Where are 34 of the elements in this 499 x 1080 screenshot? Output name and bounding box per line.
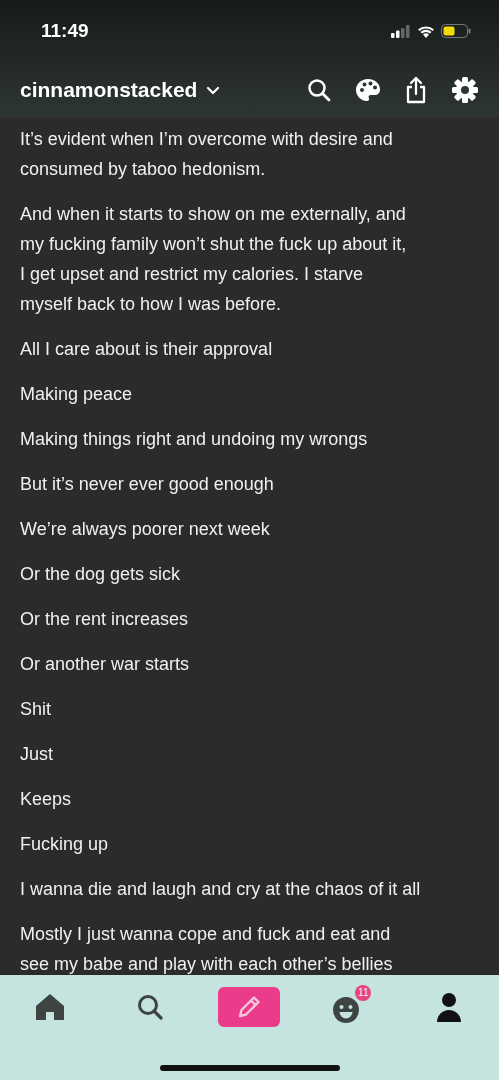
post-paragraph: And when it starts to show on me externally, and my fucking family won’t shut the fuck up about it, I get upset and restrict my calories. I starve myself back to how I was before.	[20, 203, 408, 316]
wifi-icon	[417, 24, 435, 38]
tab-button[interactable]: 11	[327, 985, 372, 1029]
home-icon	[34, 993, 65, 1021]
post-paragraph: Or another war starts	[20, 653, 191, 676]
person-icon	[436, 992, 463, 1022]
blog-switcher[interactable]: cinnamonstacked	[20, 78, 221, 102]
post-paragraph: Shit	[20, 698, 53, 721]
post-paragraph: Fucking up	[20, 833, 110, 856]
search-icon[interactable]	[307, 78, 331, 102]
post-paragraph: Keeps	[20, 788, 73, 811]
palette-icon[interactable]	[355, 78, 381, 102]
search-icon	[135, 993, 164, 1021]
share-icon[interactable]	[405, 76, 427, 104]
post-paragraph: Or the rent increases	[20, 608, 190, 631]
settings-icon[interactable]	[451, 76, 479, 104]
signal-icon	[391, 24, 411, 38]
status-time: 11:49	[41, 20, 89, 42]
smiley-icon	[331, 995, 362, 1025]
chevron-down-icon	[206, 85, 221, 95]
compose-button[interactable]	[218, 987, 281, 1027]
post-paragraph: I wanna die and laugh and cry at the chaos of it all	[20, 878, 422, 901]
post-paragraph: Just	[20, 743, 54, 766]
pencil-icon	[236, 994, 263, 1020]
notification-badge: 11	[355, 985, 372, 1001]
post-paragraph: It’s evident when I’m overcome with desire and consumed by taboo hedonism.	[20, 128, 394, 181]
battery-icon	[441, 24, 471, 38]
post-paragraph: All I care about is their approval	[20, 338, 274, 361]
post-paragraph: Making things right and undoing my wrongs	[20, 428, 369, 451]
post-paragraph: Mostly I just wanna cope and fuck and eat and see my babe and play with each other’s bellies	[20, 923, 394, 975]
post-paragraph: Making peace	[20, 383, 134, 406]
post-paragraph: But it’s never ever good enough	[20, 473, 275, 496]
post-paragraph: Or the dog gets sick	[20, 563, 182, 586]
post-paragraph: We’re always poorer next week	[20, 518, 271, 541]
